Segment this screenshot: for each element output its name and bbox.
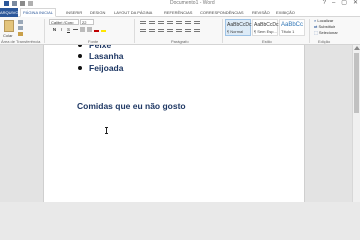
tab-design[interactable]: DESIGN xyxy=(90,8,105,17)
tab-inserir[interactable]: INSERIR xyxy=(66,8,82,17)
replace-button[interactable]: ⇄ Substituir xyxy=(314,24,335,29)
decrease-indent-icon[interactable] xyxy=(167,21,173,25)
paragraph-group-label: Parágrafo xyxy=(171,39,189,44)
borders-icon[interactable] xyxy=(194,29,200,33)
style-heading-1[interactable]: AaBbCc Título 1 xyxy=(279,19,305,36)
text-color-icon[interactable] xyxy=(94,27,99,32)
increase-indent-icon[interactable] xyxy=(176,21,182,25)
editing-group-label: Edição xyxy=(318,39,331,44)
align-left-icon[interactable] xyxy=(140,29,146,33)
help-button[interactable]: ? xyxy=(323,0,326,7)
bullet-list: Peixe Lasanha Feijoada xyxy=(78,45,124,74)
style-no-spacing[interactable]: AaBbCcDc ¶ Sem Esp... xyxy=(252,19,278,36)
cut-icon[interactable] xyxy=(18,20,23,24)
tab-arquivo[interactable]: ARQUIVO xyxy=(0,8,18,17)
group-divider xyxy=(44,19,45,43)
line-spacing-icon[interactable] xyxy=(176,29,182,33)
word-logo-icon xyxy=(4,1,9,6)
minimize-button[interactable]: – xyxy=(332,0,335,7)
scrollbar-thumb[interactable] xyxy=(354,53,359,113)
window-controls: ? – ▢ ✕ xyxy=(323,0,358,7)
strikethrough-icon[interactable] xyxy=(73,27,78,32)
style-name: Título 1 xyxy=(281,29,295,34)
sort-icon[interactable] xyxy=(185,21,191,25)
bold-button[interactable]: N xyxy=(52,27,57,32)
find-label: Localizar xyxy=(317,18,334,23)
bullets-icon[interactable] xyxy=(140,21,146,25)
font-size-box[interactable]: 22 xyxy=(80,19,94,25)
text-cursor-icon xyxy=(105,127,108,134)
underline-button[interactable]: S xyxy=(66,27,71,32)
style-normal[interactable]: AaBbCcDc ¶ Normal xyxy=(225,19,251,36)
document-page[interactable]: Peixe Lasanha Feijoada Comidas que eu nã… xyxy=(43,45,305,202)
font-format-row: N I S xyxy=(52,27,106,32)
replace-label: Substituir xyxy=(318,24,336,29)
numbering-icon[interactable] xyxy=(149,21,155,25)
superscript-icon[interactable] xyxy=(87,27,92,32)
window-title: Documento1 - Word xyxy=(170,0,215,6)
tab-correspondencias[interactable]: CORRESPONDÊNCIAS xyxy=(200,8,244,17)
tab-exibicao[interactable]: EXIBIÇÃO xyxy=(276,8,295,17)
style-name: ¶ Sem Esp... xyxy=(254,29,277,34)
copy-icon[interactable] xyxy=(18,26,23,30)
highlight-icon[interactable] xyxy=(101,27,106,32)
select-button[interactable]: ⬚ Selecionar xyxy=(314,30,338,35)
align-center-icon[interactable] xyxy=(149,29,155,33)
list-item[interactable]: Lasanha xyxy=(78,50,124,62)
styles-group-label: Estilo xyxy=(262,39,272,44)
document-area: Peixe Lasanha Feijoada Comidas que eu nã… xyxy=(0,45,352,202)
list-item[interactable]: Feijoada xyxy=(78,62,124,74)
font-name-box[interactable]: Calibri (Corp xyxy=(49,19,79,25)
group-divider xyxy=(222,19,223,43)
alignment-controls xyxy=(140,29,200,33)
paste-icon[interactable] xyxy=(4,20,14,32)
subscript-icon[interactable] xyxy=(80,27,85,32)
tab-layout[interactable]: LAYOUT DA PÁGINA xyxy=(114,8,152,17)
quick-access-toolbar xyxy=(4,1,33,6)
tab-revisao[interactable]: REVISÃO xyxy=(252,8,270,17)
list-controls xyxy=(140,21,200,25)
word-window: Documento1 - Word ? – ▢ ✕ ARQUIVO PÁGINA… xyxy=(0,0,360,202)
title-bar: Documento1 - Word ? – ▢ ✕ xyxy=(0,0,360,8)
find-button[interactable]: ⌕ Localizar xyxy=(314,18,333,23)
multilevel-icon[interactable] xyxy=(158,21,164,25)
ribbon: Colar Área de Transferência Calibri (Cor… xyxy=(0,17,360,45)
style-preview: AaBbCc xyxy=(281,22,304,28)
style-preview: AaBbCcDc xyxy=(254,22,279,28)
scroll-up-icon[interactable] xyxy=(354,46,360,50)
redo-icon[interactable] xyxy=(28,1,33,6)
font-group-label: Fonte xyxy=(88,39,99,44)
paste-button-label[interactable]: Colar xyxy=(3,33,13,38)
style-preview: AaBbCcDc xyxy=(227,22,252,28)
tab-referencias[interactable]: REFERÊNCIAS xyxy=(164,8,192,17)
section-heading[interactable]: Comidas que eu não gosto xyxy=(77,101,186,111)
format-painter-icon[interactable] xyxy=(18,32,23,36)
pilcrow-icon[interactable] xyxy=(194,21,200,25)
maximize-button[interactable]: ▢ xyxy=(341,0,347,7)
group-divider xyxy=(134,19,135,43)
tab-pagina-inicial[interactable]: PÁGINA INICIAL xyxy=(20,8,57,17)
group-divider xyxy=(309,19,310,43)
close-button[interactable]: ✕ xyxy=(353,0,358,7)
select-label: Selecionar xyxy=(318,30,338,35)
save-icon[interactable] xyxy=(12,1,17,6)
vertical-scrollbar[interactable] xyxy=(352,45,360,202)
ribbon-tabs: ARQUIVO PÁGINA INICIAL INSERIR DESIGN LA… xyxy=(0,8,360,17)
italic-button[interactable]: I xyxy=(59,27,64,32)
justify-icon[interactable] xyxy=(167,29,173,33)
align-right-icon[interactable] xyxy=(158,29,164,33)
style-name: ¶ Normal xyxy=(227,29,244,34)
clipboard-group-label: Área de Transferência xyxy=(1,39,41,44)
undo-icon[interactable] xyxy=(20,1,25,6)
shading-icon[interactable] xyxy=(185,29,191,33)
